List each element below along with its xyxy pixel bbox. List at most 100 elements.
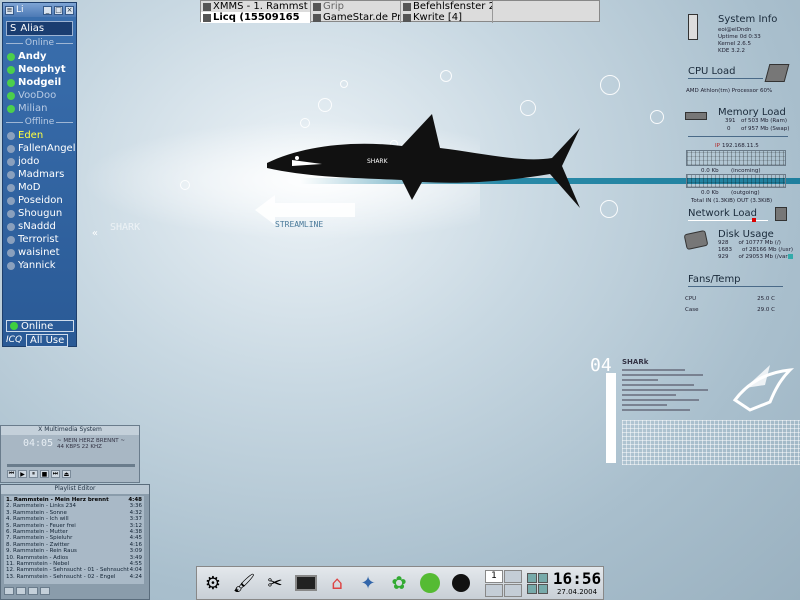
desktop-2-button[interactable] — [504, 569, 522, 583]
clock-date: 27.04.2004 — [556, 588, 598, 596]
app-icon — [403, 13, 411, 22]
bubble — [600, 75, 620, 95]
clock[interactable]: 16:56 27.04.2004 — [553, 570, 601, 597]
taskbar-label: GameStar.de Prem — [323, 12, 401, 23]
select-icon[interactable] — [28, 587, 38, 595]
stop-icon[interactable]: ■ — [40, 470, 49, 478]
xmms-time[interactable]: 04:05 — [23, 438, 53, 449]
taskbar-button[interactable]: GameStar.de Prem — [311, 12, 401, 23]
disk-row: 928 of 10777 Mb (/) — [718, 240, 793, 247]
add-icon[interactable] — [4, 587, 14, 595]
tray-icon[interactable] — [527, 583, 537, 594]
play-icon[interactable]: ▶ — [18, 470, 27, 478]
tray-icon[interactable] — [527, 572, 537, 583]
disk-used: 1683 — [718, 247, 732, 253]
contact-item[interactable]: Milian — [3, 102, 76, 115]
desktop-4-button[interactable] — [504, 583, 522, 597]
eject-icon[interactable]: ⏏ — [62, 470, 71, 478]
maximize-icon[interactable]: □ — [54, 5, 63, 15]
media-icon[interactable] — [417, 570, 443, 596]
offline-flower-icon — [7, 170, 15, 179]
icq-icon[interactable]: ✿ — [386, 570, 412, 596]
taskbar-label: Kwrite [4] — [413, 12, 463, 23]
playlist-title[interactable]: Playlist Editor — [1, 485, 149, 494]
terminal-icon[interactable] — [293, 570, 319, 596]
contact-item[interactable]: Eden — [3, 129, 76, 142]
remove-icon[interactable] — [16, 587, 26, 595]
shark-bar — [606, 373, 616, 463]
desktop-icon[interactable]: 🖌 — [231, 570, 257, 596]
contact-item[interactable]: Terrorist — [3, 233, 76, 246]
close-icon[interactable]: × — [65, 5, 74, 15]
desktop-1-button[interactable]: 1 — [485, 569, 503, 583]
seek-bar[interactable] — [7, 464, 135, 467]
status-selector[interactable]: Online — [6, 320, 74, 332]
temp-rows: CPU 25.0 C Case 29.0 C — [685, 294, 785, 316]
system-info-line: Kernel 2.6.5 — [718, 41, 752, 47]
group-offline-header[interactable]: Offline — [6, 117, 73, 127]
disk-usage-title: Disk Usage — [718, 229, 774, 240]
temp-row: CPU 25.0 C — [685, 294, 785, 305]
disk-used: 929 — [718, 254, 729, 260]
contact-item[interactable]: waisinet — [3, 246, 76, 259]
contact-name: Nodgeil — [18, 77, 62, 88]
cpu-load-title: CPU Load — [688, 66, 736, 77]
contact-item[interactable]: Nodgeil — [3, 76, 76, 89]
taskbar-button[interactable]: Licq (15509165 — [201, 12, 311, 23]
contact-name: VooDoo — [18, 90, 57, 101]
minimize-icon[interactable]: _ — [43, 5, 52, 15]
network-indicator — [752, 218, 756, 222]
contact-item[interactable]: sNaddd — [3, 220, 76, 233]
bomb-icon[interactable] — [448, 570, 474, 596]
misc-icon[interactable] — [40, 587, 50, 595]
shark-info-panel: 04 SHARk — [590, 355, 800, 465]
disk-rows: 928 of 10777 Mb (/) 1683 of 28166 Mb (/usr)… — [718, 240, 793, 261]
computer-icon — [688, 14, 698, 40]
temp-value: 25.0 C — [757, 296, 775, 302]
taskbar-button[interactable]: Kwrite [4] — [401, 12, 493, 23]
taskbar-button[interactable]: Grip — [311, 1, 401, 12]
xmms-controls: ⏮ ▶ ⏸ ■ ⏭ ⏏ — [7, 470, 71, 478]
tray-icon[interactable] — [538, 572, 548, 583]
contact-item[interactable]: FallenAngel — [3, 142, 76, 155]
contact-item[interactable]: Madmars — [3, 168, 76, 181]
contact-item[interactable]: Shougun — [3, 207, 76, 220]
xmms-song-info: ~ MEIN HERZ BRENNT ~ 44 KBPS 22 KHZ — [57, 438, 125, 450]
playlist-controls — [4, 587, 144, 597]
offline-flower-icon — [7, 235, 15, 244]
contact-item[interactable]: Yannick — [3, 259, 76, 272]
contact-item[interactable]: MoD — [3, 181, 76, 194]
disk-row: 929 of 29053 Mb (/var) — [718, 254, 793, 261]
tools-icon[interactable]: ✂ — [262, 570, 288, 596]
contact-item[interactable]: jodo — [3, 155, 76, 168]
playlist-row[interactable]: 13. Rammstein - Sehnsucht - 02 - Engel 4:… — [6, 574, 142, 580]
group-online-header[interactable]: Online — [6, 38, 73, 48]
desktop-3-button[interactable] — [485, 583, 503, 597]
bubble — [340, 80, 348, 88]
disk-total: of 10777 Mb (/) — [738, 240, 781, 246]
pause-icon[interactable]: ⏸ — [29, 470, 38, 478]
taskbar-button[interactable]: XMMS - 1. Rammst — [201, 1, 311, 12]
contact-item[interactable]: Andy — [3, 50, 76, 63]
previous-icon[interactable]: ⏮ — [7, 470, 16, 478]
all-users-button[interactable]: All Use — [26, 333, 69, 347]
kde-menu-icon[interactable]: ⚙ — [200, 570, 226, 596]
ip-address: 192.168.11.5 — [722, 143, 759, 149]
alias-column-header[interactable]: S Alias — [6, 21, 73, 36]
contact-item[interactable]: Poseidon — [3, 194, 76, 207]
xmms-title[interactable]: X Multimedia System — [1, 426, 139, 435]
licq-titlebar[interactable]: ≡ Li _ □ × — [3, 3, 76, 17]
next-icon[interactable]: ⏭ — [51, 470, 60, 478]
taskbar-button[interactable]: Befehlsfenster 2 - — [401, 1, 493, 12]
disk-indicator — [788, 254, 793, 259]
taskbar-label: Grip — [323, 1, 344, 12]
tray-icon[interactable] — [538, 583, 548, 594]
contact-name: Andy — [18, 51, 47, 62]
contact-item[interactable]: Neophyt — [3, 63, 76, 76]
home-icon[interactable]: ⌂ — [324, 570, 350, 596]
contact-item[interactable]: VooDoo — [3, 89, 76, 102]
menu-icon[interactable]: ≡ — [5, 5, 14, 15]
network-icon[interactable]: ✦ — [355, 570, 381, 596]
disk-total: of 28166 Mb (/usr) — [742, 247, 794, 253]
bubble — [600, 200, 618, 218]
